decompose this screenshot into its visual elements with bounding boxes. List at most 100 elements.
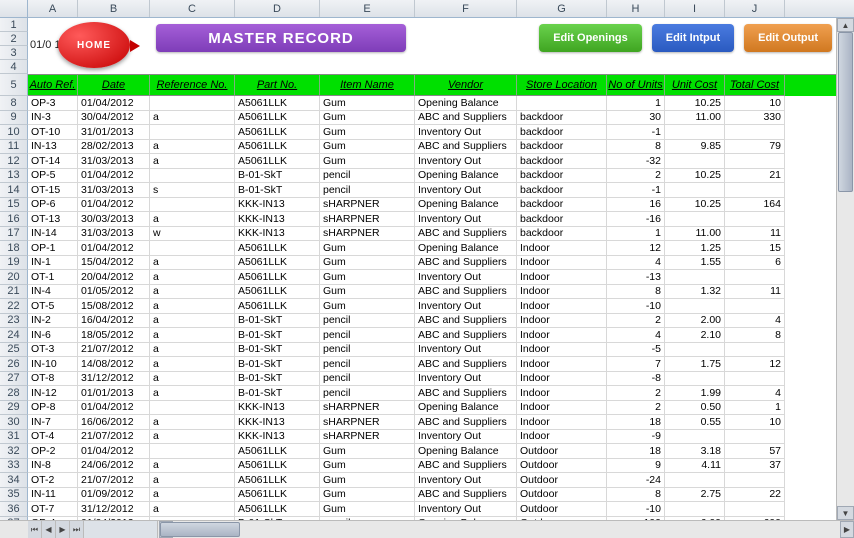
cell[interactable]: OT-2 (28, 473, 78, 488)
cell[interactable]: A5061LLK (235, 154, 320, 169)
cell[interactable]: B-01-SkT (235, 314, 320, 329)
row-header[interactable]: 24 (0, 328, 28, 343)
column-header[interactable]: A (28, 0, 78, 17)
cell[interactable]: 14/08/2012 (78, 357, 150, 372)
cell[interactable]: a (150, 357, 235, 372)
table-row[interactable]: IN-1431/03/2013wKKK-IN13sHARPNERABC and … (28, 227, 836, 242)
cell[interactable]: Opening Balance (415, 198, 517, 213)
row-header[interactable]: 20 (0, 270, 28, 285)
row-header[interactable]: 8 (0, 96, 28, 111)
table-row[interactable]: OT-1330/03/2013aKKK-IN13sHARPNERInventor… (28, 212, 836, 227)
cell[interactable]: Gum (320, 473, 415, 488)
cell[interactable]: 4 (607, 328, 665, 343)
column-header[interactable]: B (78, 0, 150, 17)
cell[interactable]: 31/12/2012 (78, 372, 150, 387)
cell[interactable]: Inventory Out (415, 212, 517, 227)
home-button[interactable]: HOME (58, 22, 130, 68)
cell[interactable]: 57 (725, 444, 785, 459)
cell[interactable]: -1 (607, 183, 665, 198)
cell[interactable]: KKK-IN13 (235, 198, 320, 213)
cell[interactable]: A5061LLK (235, 473, 320, 488)
cell[interactable]: s (150, 183, 235, 198)
table-row[interactable]: IN-115/04/2012aA5061LLKGumABC and Suppli… (28, 256, 836, 271)
row-header[interactable]: 29 (0, 401, 28, 416)
cell[interactable]: a (150, 459, 235, 474)
table-row[interactable]: IN-1101/09/2012aA5061LLKGumABC and Suppl… (28, 488, 836, 503)
cell[interactable]: 2 (607, 386, 665, 401)
cell[interactable]: a (150, 415, 235, 430)
cell[interactable]: Gum (320, 140, 415, 155)
cell[interactable]: 31/03/2013 (78, 154, 150, 169)
cell[interactable]: Indoor (517, 430, 607, 445)
cell[interactable]: OP-3 (28, 96, 78, 111)
row-header[interactable]: 17 (0, 227, 28, 242)
cell[interactable]: 22 (725, 488, 785, 503)
table-row[interactable]: OT-1531/03/2013sB-01-SkTpencilInventory … (28, 183, 836, 198)
cell[interactable]: A5061LLK (235, 256, 320, 271)
cell[interactable]: backdoor (517, 169, 607, 184)
cell[interactable]: 8 (607, 285, 665, 300)
cell[interactable]: 11 (725, 227, 785, 242)
cell[interactable]: a (150, 430, 235, 445)
cell[interactable]: a (150, 212, 235, 227)
horizontal-scroll-track[interactable] (160, 521, 836, 538)
edit-input-button[interactable]: Edit Intput (652, 24, 734, 52)
cell[interactable]: OT-13 (28, 212, 78, 227)
column-header[interactable]: D (235, 0, 320, 17)
cell[interactable]: IN-13 (28, 140, 78, 155)
cell[interactable]: Gum (320, 256, 415, 271)
cell[interactable]: Gum (320, 241, 415, 256)
cell[interactable]: Gum (320, 125, 415, 140)
cell[interactable]: Inventory Out (415, 299, 517, 314)
row-header[interactable]: 21 (0, 285, 28, 300)
cell[interactable]: IN-1 (28, 256, 78, 271)
row-header[interactable]: 2 (0, 32, 28, 46)
cell[interactable]: a (150, 473, 235, 488)
column-label[interactable]: Store Location (517, 75, 607, 96)
cell[interactable]: Opening Balance (415, 96, 517, 111)
row-header[interactable]: 5 (0, 74, 28, 96)
cell[interactable]: ABC and Suppliers (415, 328, 517, 343)
cell[interactable]: OT-5 (28, 299, 78, 314)
row-header[interactable]: 25 (0, 343, 28, 358)
cell[interactable] (725, 502, 785, 517)
cell[interactable]: 1.32 (665, 285, 725, 300)
cell[interactable]: A5061LLK (235, 125, 320, 140)
grid-area[interactable]: 01/0 13 HOME MASTER RECORD Edit Openings… (28, 18, 836, 520)
cell[interactable]: OT-15 (28, 183, 78, 198)
cell[interactable]: -8 (607, 372, 665, 387)
cell[interactable]: A5061LLK (235, 111, 320, 126)
cell[interactable]: 31/01/2013 (78, 125, 150, 140)
cell[interactable]: w (150, 227, 235, 242)
cell[interactable]: KKK-IN13 (235, 401, 320, 416)
row-header[interactable]: 27 (0, 372, 28, 387)
column-header[interactable]: H (607, 0, 665, 17)
cell[interactable] (725, 212, 785, 227)
column-label[interactable]: Total Cost (725, 75, 785, 96)
cell[interactable]: pencil (320, 314, 415, 329)
cell[interactable]: 2 (607, 401, 665, 416)
cell[interactable] (150, 169, 235, 184)
row-header[interactable]: 26 (0, 357, 28, 372)
cell[interactable]: Indoor (517, 241, 607, 256)
row-header[interactable]: 4 (0, 60, 28, 74)
cell[interactable] (150, 198, 235, 213)
column-label[interactable]: Date (78, 75, 150, 96)
cell[interactable]: -10 (607, 299, 665, 314)
table-row[interactable]: OT-1031/01/2013A5061LLKGumInventory Outb… (28, 125, 836, 140)
column-header[interactable]: C (150, 0, 235, 17)
cell[interactable] (725, 473, 785, 488)
cell[interactable] (665, 430, 725, 445)
cell[interactable]: B-01-SkT (235, 372, 320, 387)
cell[interactable]: 01/05/2012 (78, 285, 150, 300)
cell[interactable]: pencil (320, 343, 415, 358)
row-header[interactable]: 33 (0, 459, 28, 474)
row-header[interactable]: 13 (0, 169, 28, 184)
row-header[interactable]: 28 (0, 386, 28, 401)
cell[interactable] (725, 372, 785, 387)
column-header[interactable]: I (665, 0, 725, 17)
row-header[interactable]: 15 (0, 198, 28, 213)
scroll-down-arrow[interactable]: ▼ (837, 506, 854, 520)
cell[interactable]: IN-3 (28, 111, 78, 126)
cell[interactable]: 12 (607, 241, 665, 256)
